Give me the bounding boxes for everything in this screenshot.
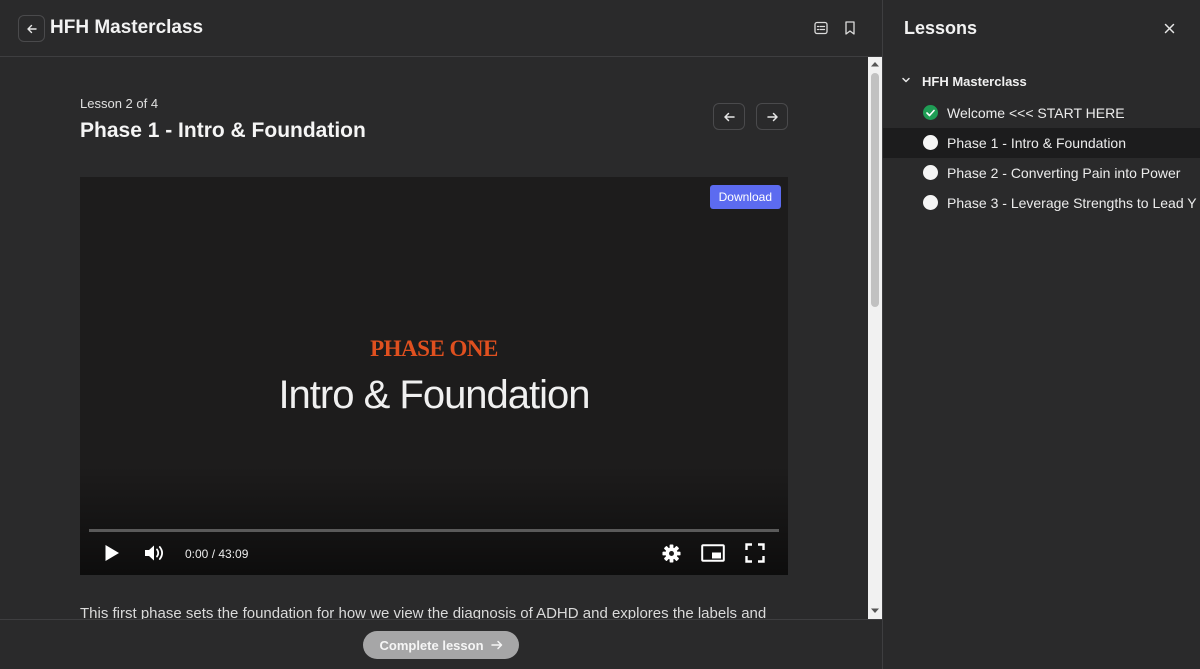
close-icon xyxy=(1164,23,1174,33)
arrow-right-icon xyxy=(766,112,778,121)
content-scrollbar[interactable] xyxy=(868,57,882,619)
course-title: HFH Masterclass xyxy=(50,17,204,38)
lesson-item-label: Phase 3 - Leverage Strengths to Lead Y xyxy=(947,195,1197,211)
chevron-down-icon xyxy=(902,77,910,83)
video-progress-bar[interactable] xyxy=(89,529,779,532)
section-header[interactable]: HFH Masterclass xyxy=(883,70,1200,94)
settings-button[interactable] xyxy=(660,542,682,564)
arrow-left-icon xyxy=(723,112,735,121)
lesson-counter: Lesson 2 of 4 xyxy=(80,96,159,111)
next-lesson-button[interactable] xyxy=(756,103,788,130)
picture-in-picture-icon xyxy=(701,544,725,562)
complete-lesson-label: Complete lesson xyxy=(379,637,484,653)
lesson-item-label: Phase 2 - Converting Pain into Power xyxy=(947,165,1181,181)
video-player[interactable]: Download PHASE ONE Intro & Foundation 0:… xyxy=(80,177,788,575)
lesson-footer: Complete lesson xyxy=(0,619,882,669)
play-button[interactable] xyxy=(102,542,122,564)
download-button[interactable]: Download xyxy=(709,185,781,209)
section-title: HFH Masterclass xyxy=(922,74,1027,89)
lesson-content: Lesson 2 of 4 Phase 1 - Intro & Foundati… xyxy=(0,57,868,619)
complete-lesson-button[interactable]: Complete lesson xyxy=(363,631,519,659)
volume-button[interactable] xyxy=(143,542,167,564)
close-sidebar-button[interactable] xyxy=(1161,20,1177,36)
scrollbar-thumb[interactable] xyxy=(871,73,879,307)
scroll-down-icon[interactable] xyxy=(871,607,879,615)
video-title: Intro & Foundation xyxy=(278,373,590,417)
scroll-up-icon[interactable] xyxy=(871,60,879,68)
lessons-sidebar: Lessons HFH Masterclass Welcome <<< STAR… xyxy=(882,0,1200,669)
incomplete-circle-icon xyxy=(923,195,938,210)
bookmark-icon xyxy=(845,21,855,35)
gear-icon xyxy=(661,543,681,563)
back-button[interactable] xyxy=(18,15,45,42)
lesson-item-label: Welcome <<< START HERE xyxy=(947,105,1125,121)
lesson-description: This first phase sets the foundation for… xyxy=(80,605,767,619)
previous-lesson-button[interactable] xyxy=(713,103,745,130)
course-header: HFH Masterclass xyxy=(0,0,882,57)
fullscreen-button[interactable] xyxy=(744,542,766,564)
lesson-item-label: Phase 1 - Intro & Foundation xyxy=(947,135,1126,151)
volume-icon xyxy=(145,545,163,561)
video-phase-label: PHASE ONE xyxy=(370,336,498,361)
arrow-left-icon xyxy=(26,24,37,33)
notes-button[interactable] xyxy=(812,19,830,37)
notes-icon xyxy=(814,21,828,35)
lesson-item-phase-3[interactable]: Phase 3 - Leverage Strengths to Lead Y xyxy=(883,188,1200,218)
lesson-item-phase-1[interactable]: Phase 1 - Intro & Foundation xyxy=(883,128,1200,158)
sidebar-title: Lessons xyxy=(904,18,978,38)
lesson-item-welcome[interactable]: Welcome <<< START HERE xyxy=(883,98,1200,128)
lesson-title: Phase 1 - Intro & Foundation xyxy=(80,119,366,142)
incomplete-circle-icon xyxy=(923,165,938,180)
picture-in-picture-button[interactable] xyxy=(700,542,726,564)
lesson-item-phase-2[interactable]: Phase 2 - Converting Pain into Power xyxy=(883,158,1200,188)
video-time: 0:00 / 43:09 xyxy=(185,547,249,561)
incomplete-circle-icon xyxy=(923,135,938,150)
completed-check-icon xyxy=(923,105,938,120)
fullscreen-icon xyxy=(745,543,765,563)
arrow-right-icon xyxy=(490,640,502,650)
bookmark-button[interactable] xyxy=(841,19,859,37)
play-icon xyxy=(105,545,119,561)
